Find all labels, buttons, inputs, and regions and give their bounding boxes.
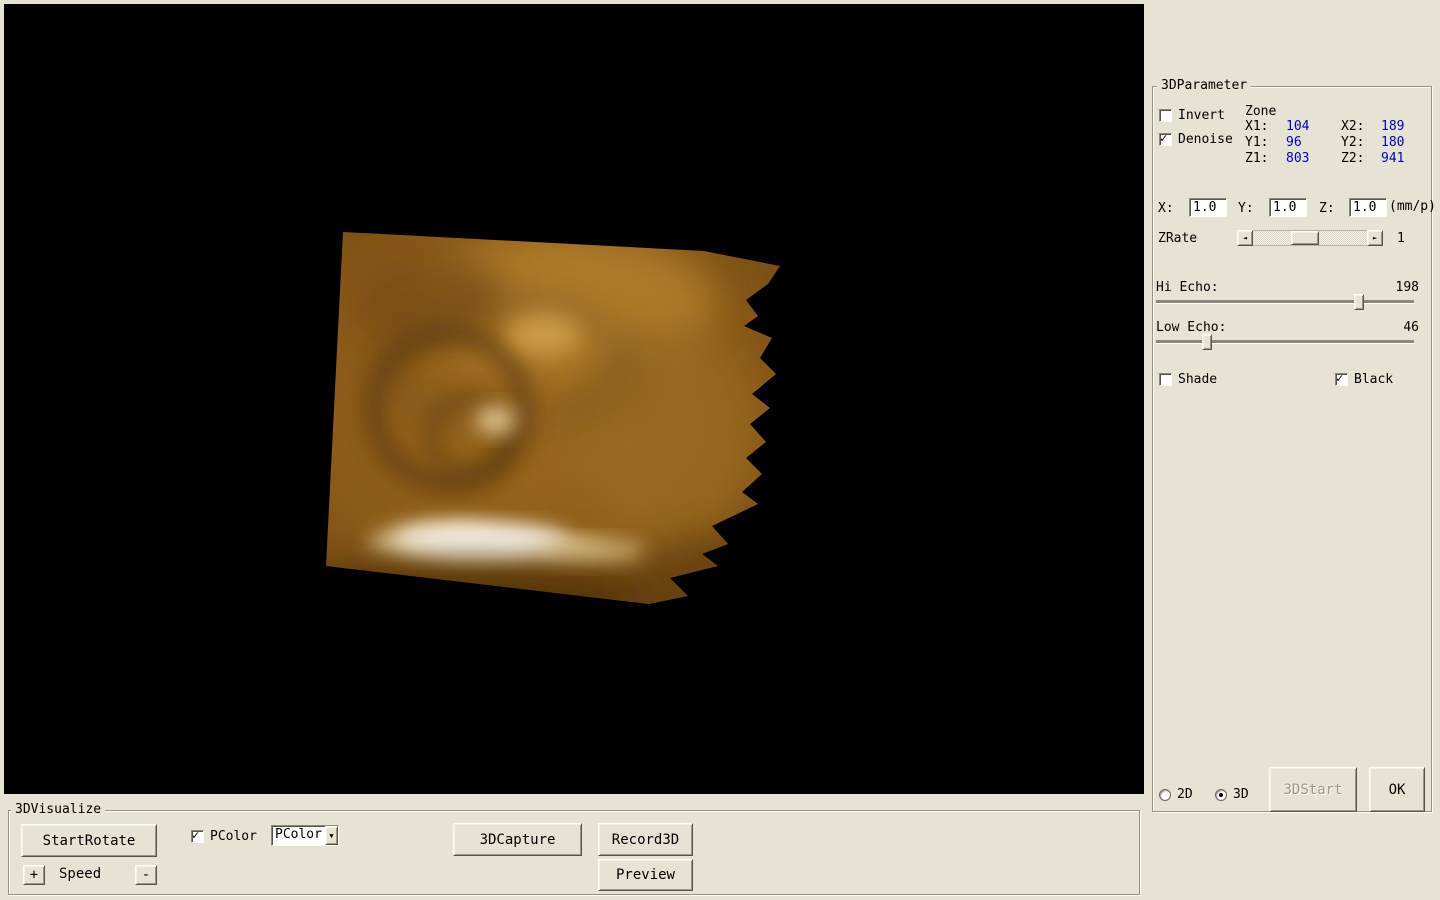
denoise-checkbox-box: ✓ (1159, 133, 1172, 146)
scale-z-label: Z: (1319, 201, 1335, 216)
scale-x-label: X: (1158, 201, 1174, 216)
start3d-button[interactable]: 3DStart (1269, 767, 1357, 812)
invert-checkbox-label: Invert (1178, 108, 1225, 123)
app-window: { "icons": { "check": "✓", "arrow_left":… (0, 0, 1440, 900)
black-checkbox-label: Black (1354, 372, 1393, 387)
pcolor-select[interactable]: PColor ▼ (271, 825, 339, 846)
pcolor-select-dropdown-button[interactable]: ▼ (325, 826, 338, 845)
start3d-button-label: 3DStart (1283, 782, 1342, 798)
zone-z1-label: Z1: (1245, 151, 1268, 166)
zone-x1-value: 104 (1286, 119, 1309, 134)
ok-button-label: OK (1389, 782, 1406, 798)
record3d-button-label: Record3D (612, 832, 679, 848)
parameter-group-title: 3DParameter (1157, 78, 1251, 94)
pcolor-checkbox-box: ✓ (191, 830, 204, 843)
hi-echo-label: Hi Echo: (1156, 280, 1219, 295)
capture3d-button-label: 3DCapture (480, 832, 556, 848)
zone-z2-label: Z2: (1341, 151, 1364, 166)
hi-echo-slider[interactable] (1156, 294, 1414, 310)
speed-plus-button-label: + (30, 867, 38, 883)
zone-x1-label: X1: (1245, 119, 1268, 134)
render-viewport[interactable] (4, 4, 1144, 794)
pcolor-checkbox[interactable]: ✓ PColor (191, 829, 257, 844)
speed-plus-button[interactable]: + (23, 865, 45, 885)
chevron-down-icon: ▼ (329, 832, 333, 840)
ok-button[interactable]: OK (1369, 767, 1425, 812)
low-echo-value: 46 (1403, 320, 1419, 335)
zone-y1-value: 96 (1286, 135, 1302, 150)
visualize-group-title: 3DVisualize (11, 802, 105, 818)
mode-2d-radio-circle (1159, 789, 1171, 801)
speed-label: Speed (59, 866, 101, 882)
zrate-scrollbar-track[interactable] (1253, 230, 1367, 246)
scale-unit-label: (mm/p) (1389, 199, 1436, 214)
zone-title: Zone (1245, 104, 1276, 119)
low-echo-slider[interactable] (1156, 334, 1414, 350)
check-icon: ✓ (192, 828, 199, 842)
pcolor-select-value: PColor (272, 826, 325, 845)
speed-minus-button[interactable]: - (135, 865, 157, 885)
visualize-group: 3DVisualize StartRotate ✓ PColor PColor … (8, 810, 1140, 895)
black-checkbox[interactable]: ✓ Black (1335, 372, 1393, 387)
zrate-scroll-left-button[interactable]: ◄ (1237, 230, 1253, 246)
invert-checkbox[interactable]: Invert (1159, 108, 1225, 123)
ultrasound-render (4, 4, 1144, 794)
hi-echo-slider-track (1156, 300, 1414, 303)
zrate-label: ZRate (1158, 231, 1197, 246)
pcolor-checkbox-label: PColor (210, 829, 257, 844)
zrate-scrollbar-thumb[interactable] (1291, 231, 1319, 245)
zone-y2-label: Y2: (1341, 135, 1364, 150)
low-echo-slider-track (1156, 340, 1414, 343)
radio-dot (1219, 793, 1223, 797)
mode-3d-radio-label: 3D (1233, 787, 1249, 802)
capture3d-button[interactable]: 3DCapture (453, 823, 582, 856)
arrow-left-icon: ◄ (1243, 234, 1247, 242)
low-echo-slider-thumb[interactable] (1202, 334, 1212, 350)
preview-button[interactable]: Preview (598, 859, 693, 891)
zone-z1-value: 803 (1286, 151, 1309, 166)
invert-checkbox-box (1159, 109, 1172, 122)
zrate-scroll-right-button[interactable]: ► (1367, 230, 1383, 246)
mode-3d-radio-circle (1215, 789, 1227, 801)
shade-checkbox-box (1159, 373, 1172, 386)
start-rotate-button[interactable]: StartRotate (21, 824, 157, 857)
shade-checkbox-label: Shade (1178, 372, 1217, 387)
mode-2d-radio[interactable]: 2D (1159, 787, 1193, 802)
scale-x-input[interactable] (1189, 198, 1227, 217)
check-icon: ✓ (1160, 131, 1167, 145)
shade-checkbox[interactable]: Shade (1159, 372, 1217, 387)
scale-y-label: Y: (1238, 201, 1254, 216)
parameter-group: 3DParameter Invert ✓ Denoise Zone X1: 10… (1152, 86, 1432, 812)
hi-echo-value: 198 (1396, 280, 1419, 295)
zone-y2-value: 180 (1381, 135, 1404, 150)
speed-minus-button-label: - (142, 867, 150, 883)
denoise-checkbox-label: Denoise (1178, 132, 1233, 147)
mode-3d-radio[interactable]: 3D (1215, 787, 1249, 802)
denoise-checkbox[interactable]: ✓ Denoise (1159, 132, 1233, 147)
low-echo-label: Low Echo: (1156, 320, 1226, 335)
record3d-button[interactable]: Record3D (598, 823, 693, 856)
mode-2d-radio-label: 2D (1177, 787, 1193, 802)
scale-y-input[interactable] (1269, 198, 1307, 217)
check-icon: ✓ (1336, 371, 1343, 385)
black-checkbox-box: ✓ (1335, 373, 1348, 386)
preview-button-label: Preview (616, 867, 675, 883)
zrate-value: 1 (1397, 231, 1405, 246)
zone-x2-label: X2: (1341, 119, 1364, 134)
zrate-scrollbar[interactable]: ◄ ► (1237, 230, 1383, 246)
hi-echo-slider-thumb[interactable] (1354, 294, 1364, 310)
zone-y1-label: Y1: (1245, 135, 1268, 150)
zone-x2-value: 189 (1381, 119, 1404, 134)
arrow-right-icon: ► (1373, 234, 1377, 242)
scale-z-input[interactable] (1349, 198, 1387, 217)
zone-z2-value: 941 (1381, 151, 1404, 166)
start-rotate-button-label: StartRotate (43, 833, 136, 849)
